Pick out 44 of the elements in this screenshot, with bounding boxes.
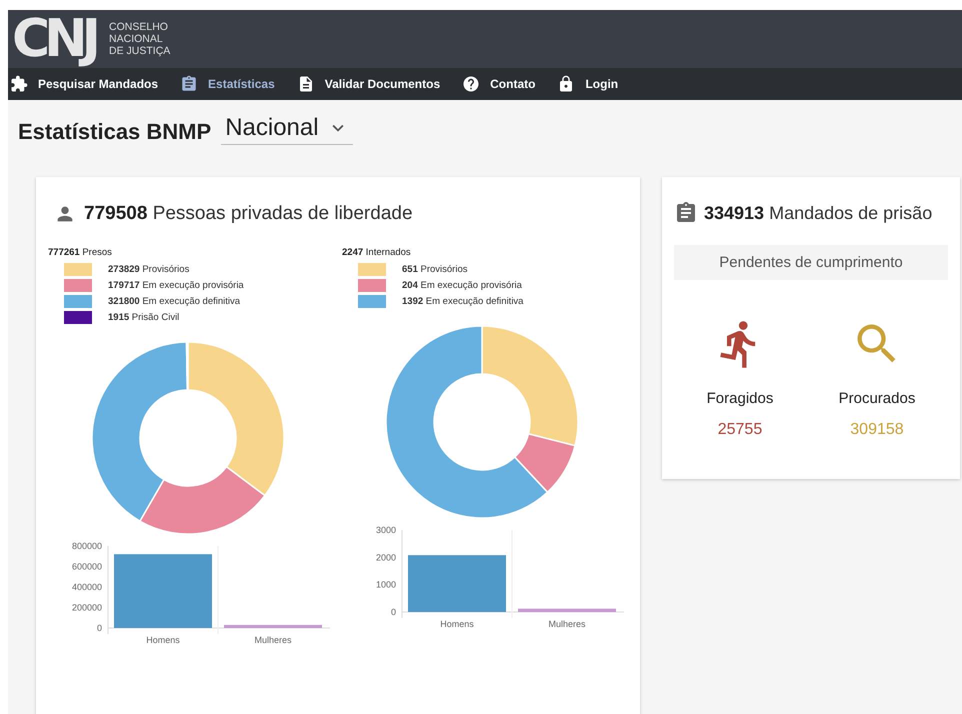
axis-tick-label: 3000 — [376, 525, 396, 535]
axis-tick-label: 400000 — [72, 582, 102, 592]
axis-tick-label: 800000 — [72, 541, 102, 551]
legend-label: 1392 Em execução definitiva — [402, 296, 524, 307]
nav-link[interactable]: Pesquisar Mandados — [10, 75, 158, 93]
stat-label: Procurados — [838, 390, 916, 407]
axis-tick-label: 2000 — [376, 552, 396, 562]
card-title: 334913 Mandados de prisão — [704, 202, 932, 224]
axis-category-label: Mulheres — [254, 635, 292, 645]
axis-category-label: Homens — [440, 619, 474, 629]
subtitle-bar: Pendentes de cumprimento — [674, 245, 948, 280]
card-title: 779508 Pessoas privadas de liberdade — [84, 203, 413, 225]
nav-link[interactable]: Estatísticas — [180, 75, 275, 93]
puzzle-icon — [10, 75, 28, 93]
logo-text: NACIONAL — [109, 33, 164, 45]
axis-tick-label: 0 — [390, 607, 396, 617]
legend-label: 273829 Provisórios — [108, 264, 190, 275]
nav-link[interactable]: Contato — [462, 75, 536, 93]
help-icon — [462, 75, 480, 93]
legend-label: 1915 Prisão Civil — [108, 312, 180, 323]
group-heading: 777261 Presos — [48, 247, 113, 258]
nav-link[interactable]: Validar Documentos — [296, 75, 440, 93]
axis-category-label: Homens — [146, 635, 180, 645]
page-title: Estatísticas BNMP — [18, 119, 212, 145]
axis-category-label: Mulheres — [548, 619, 586, 629]
logo-text: CONSELHO — [109, 21, 169, 33]
axis-tick-label: 200000 — [72, 602, 102, 612]
axis-tick-label: 600000 — [72, 562, 102, 572]
clipboard-icon — [180, 75, 198, 93]
stat-value: 309158 — [850, 421, 904, 439]
stat-label: Foragidos — [706, 390, 774, 407]
region-select[interactable]: Nacional — [221, 114, 354, 145]
nav-link[interactable]: Login — [557, 75, 618, 93]
logo-text: DE JUSTIÇA — [109, 45, 170, 57]
legend-label: 651 Provisórios — [402, 264, 468, 275]
legend-label: 179717 Em execução provisória — [108, 280, 244, 291]
clipboard-icon — [674, 201, 698, 225]
stat-value: 25755 — [718, 421, 762, 439]
group-heading: 2247 Internados — [342, 247, 412, 258]
legend-label: 321800 Em execução definitiva — [108, 296, 240, 307]
axis-tick-label: 0 — [96, 623, 102, 633]
legend-label: 204 Em execução provisória — [402, 280, 522, 291]
axis-tick-label: 1000 — [376, 580, 396, 590]
logo-mark: CNJ — [12, 14, 96, 64]
